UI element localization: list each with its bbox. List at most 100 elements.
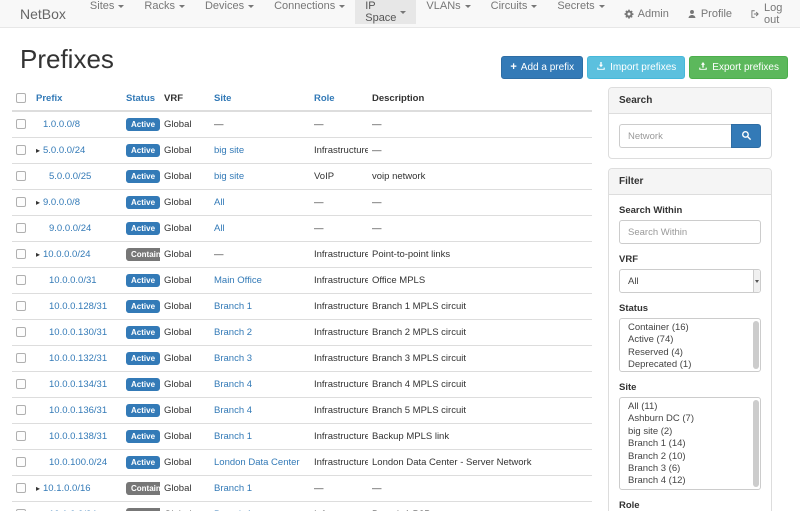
- site-link[interactable]: All: [214, 197, 225, 208]
- nav-item-devices[interactable]: Devices: [195, 0, 264, 12]
- row-checkbox[interactable]: [16, 197, 26, 207]
- site-option[interactable]: Branch 3 (6): [620, 463, 760, 475]
- site-link[interactable]: Branch 1: [214, 301, 252, 312]
- row-checkbox[interactable]: [16, 405, 26, 415]
- role-value: Infrastructure: [314, 275, 368, 286]
- expand-arrow-icon[interactable]: ▸: [36, 250, 43, 260]
- row-checkbox[interactable]: [16, 119, 26, 129]
- search-within-input[interactable]: [619, 220, 761, 244]
- row-checkbox[interactable]: [16, 327, 26, 337]
- column-header-status[interactable]: Status: [122, 87, 160, 111]
- site-link[interactable]: London Data Center: [214, 457, 300, 468]
- prefix-link[interactable]: 1.0.0.0/8: [43, 119, 80, 130]
- select-all-checkbox[interactable]: [16, 93, 26, 103]
- prefix-link[interactable]: 10.0.100.0/24: [49, 457, 107, 468]
- prefix-link[interactable]: 10.1.0.0/16: [43, 483, 91, 494]
- netbox-brand[interactable]: NetBox: [0, 0, 80, 27]
- role-value: Infrastructure: [314, 405, 368, 416]
- site-link[interactable]: big site: [214, 171, 244, 182]
- admin-link[interactable]: Admin: [615, 0, 678, 27]
- site-link[interactable]: All: [214, 223, 225, 234]
- prefix-link[interactable]: 10.0.0.0/24: [43, 249, 91, 260]
- description-value: —: [372, 145, 382, 156]
- vrf-value: Global: [164, 171, 191, 182]
- nav-item-vlans[interactable]: VLANs: [416, 0, 480, 12]
- site-link[interactable]: big site: [214, 145, 244, 156]
- expand-arrow-icon[interactable]: ▸: [36, 146, 43, 156]
- row-checkbox[interactable]: [16, 301, 26, 311]
- site-option[interactable]: Branch 1 (14): [620, 438, 760, 450]
- description-value: Office MPLS: [372, 275, 425, 286]
- row-checkbox[interactable]: [16, 249, 26, 259]
- site-empty: —: [214, 249, 224, 260]
- column-header-role[interactable]: Role: [310, 87, 368, 111]
- search-button[interactable]: [731, 124, 761, 148]
- status-badge: Active: [126, 352, 160, 365]
- row-checkbox[interactable]: [16, 353, 26, 363]
- row-checkbox[interactable]: [16, 457, 26, 467]
- prefix-link[interactable]: 10.0.0.136/31: [49, 405, 107, 416]
- site-link[interactable]: Branch 1: [214, 431, 252, 442]
- prefix-link[interactable]: 10.0.0.0/31: [49, 275, 97, 286]
- site-link[interactable]: Branch 3: [214, 353, 252, 364]
- vrf-select[interactable]: All: [619, 269, 761, 293]
- prefix-link[interactable]: 10.0.0.138/31: [49, 431, 107, 442]
- site-option[interactable]: Branch 2 (10): [620, 451, 760, 463]
- nav-item-connections[interactable]: Connections: [264, 0, 355, 12]
- row-checkbox[interactable]: [16, 483, 26, 493]
- prefix-link[interactable]: 9.0.0.0/8: [43, 197, 80, 208]
- log-out-link[interactable]: Log out: [741, 0, 791, 27]
- prefix-link[interactable]: 9.0.0.0/24: [49, 223, 91, 234]
- add-prefix-label: Add a prefix: [521, 62, 574, 73]
- site-link[interactable]: Branch 1: [214, 483, 252, 494]
- prefix-link[interactable]: 10.0.0.134/31: [49, 379, 107, 390]
- prefix-link[interactable]: 10.0.0.132/31: [49, 353, 107, 364]
- role-filter-label: Role: [619, 500, 761, 511]
- site-option[interactable]: All (11): [620, 401, 760, 413]
- site-link[interactable]: Main Office: [214, 275, 262, 286]
- table-row: 10.0.0.136/31ActiveGlobalBranch 4Infrast…: [12, 398, 592, 424]
- table-row: 10.0.0.130/31ActiveGlobalBranch 2Infrast…: [12, 320, 592, 346]
- row-checkbox[interactable]: [16, 145, 26, 155]
- prefix-link[interactable]: 5.0.0.0/24: [43, 145, 85, 156]
- site-link[interactable]: Branch 2: [214, 327, 252, 338]
- expand-arrow-icon[interactable]: ▸: [36, 484, 43, 494]
- filter-panel: Filter Search Within VRF All Status Cont…: [608, 168, 772, 511]
- prefix-link[interactable]: 5.0.0.0/25: [49, 171, 91, 182]
- row-checkbox[interactable]: [16, 223, 26, 233]
- nav-item-circuits[interactable]: Circuits: [481, 0, 548, 12]
- nav-item-ip-space[interactable]: IP Space: [355, 0, 416, 24]
- profile-label: Profile: [701, 8, 732, 20]
- nav-item-secrets[interactable]: Secrets: [547, 0, 614, 12]
- row-checkbox[interactable]: [16, 171, 26, 181]
- scrollbar-thumb[interactable]: [753, 321, 759, 369]
- prefix-link[interactable]: 10.0.0.128/31: [49, 301, 107, 312]
- status-listbox[interactable]: Container (16)Active (74)Reserved (4)Dep…: [619, 318, 761, 372]
- status-option[interactable]: Deprecated (1): [620, 359, 760, 371]
- row-checkbox[interactable]: [16, 275, 26, 285]
- column-header-site[interactable]: Site: [210, 87, 310, 111]
- column-header-prefix[interactable]: Prefix: [32, 87, 122, 111]
- scrollbar-thumb[interactable]: [753, 400, 759, 487]
- export-prefixes-button[interactable]: Export prefixes: [689, 56, 788, 79]
- site-listbox[interactable]: All (11)Ashburn DC (7)big site (2)Branch…: [619, 397, 761, 490]
- expand-arrow-icon[interactable]: ▸: [36, 198, 43, 208]
- site-option[interactable]: big site (2): [620, 426, 760, 438]
- status-option[interactable]: Container (16): [620, 322, 760, 334]
- prefix-link[interactable]: 10.0.0.130/31: [49, 327, 107, 338]
- search-input[interactable]: [619, 124, 731, 148]
- site-option[interactable]: Ashburn DC (7): [620, 413, 760, 425]
- site-link[interactable]: Branch 4: [214, 405, 252, 416]
- import-prefixes-button[interactable]: Import prefixes: [587, 56, 685, 79]
- profile-link[interactable]: Profile: [678, 0, 741, 27]
- site-option[interactable]: Branch 5 (7): [620, 488, 760, 490]
- nav-item-racks[interactable]: Racks: [134, 0, 195, 12]
- status-option[interactable]: Active (74): [620, 334, 760, 346]
- row-checkbox[interactable]: [16, 431, 26, 441]
- row-checkbox[interactable]: [16, 379, 26, 389]
- nav-item-sites[interactable]: Sites: [80, 0, 134, 12]
- site-link[interactable]: Branch 4: [214, 379, 252, 390]
- status-option[interactable]: Reserved (4): [620, 347, 760, 359]
- add-prefix-button[interactable]: + Add a prefix: [501, 56, 583, 79]
- site-option[interactable]: Branch 4 (12): [620, 475, 760, 487]
